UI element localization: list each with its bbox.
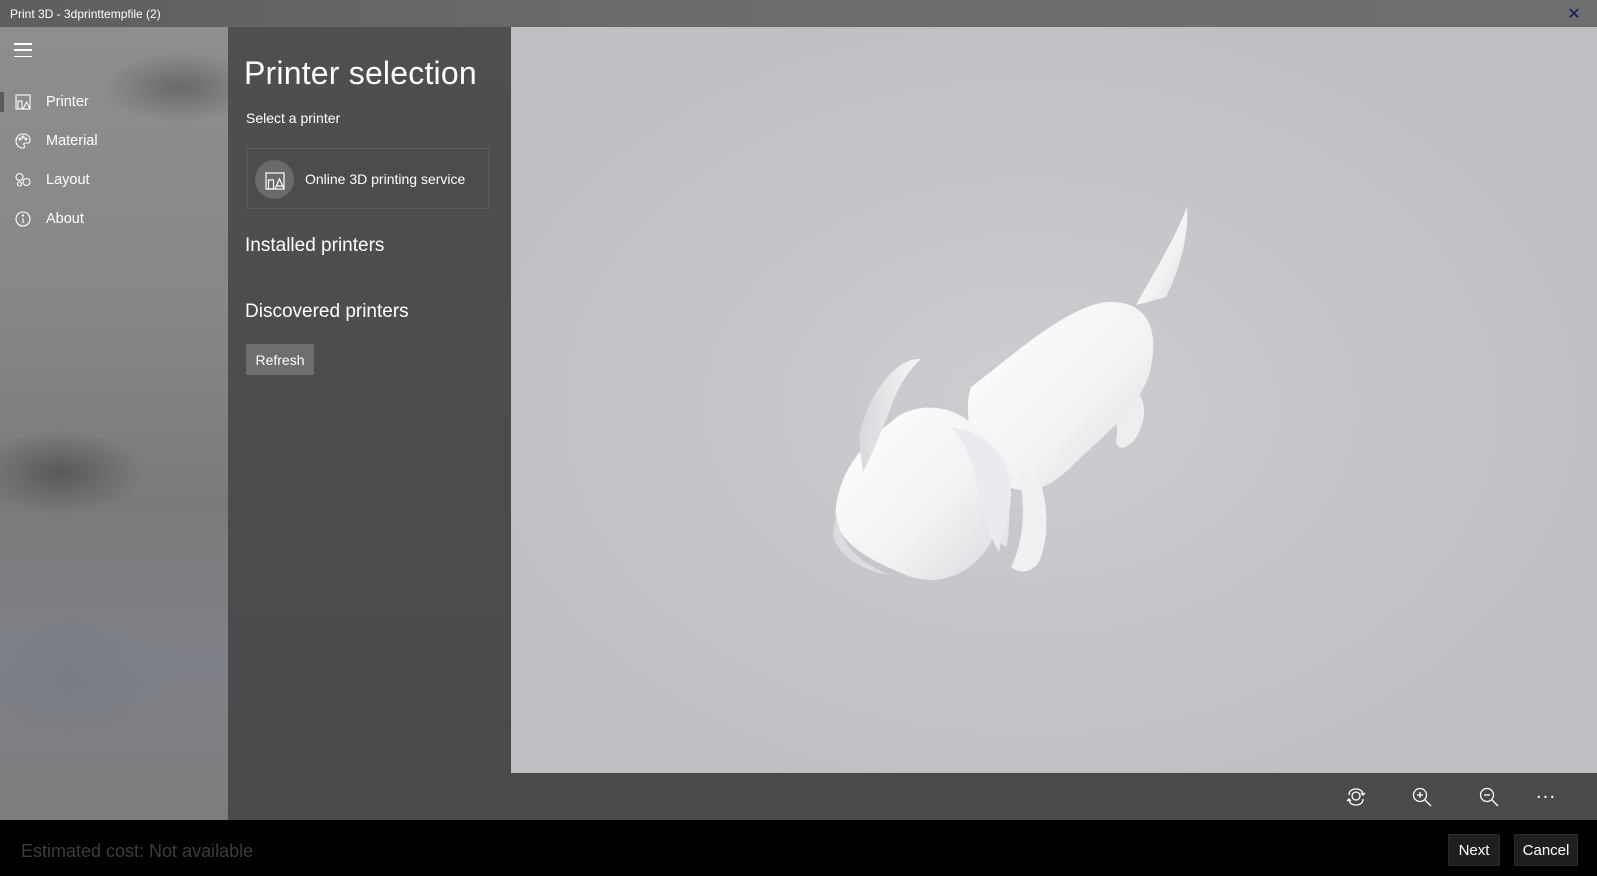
more-button[interactable]: ···	[1532, 783, 1560, 811]
nav-item-layout[interactable]: Layout	[0, 161, 228, 199]
view-toolbar: ···	[511, 773, 1597, 820]
nav-label-printer: Printer	[46, 94, 89, 110]
estimated-cost-text: Estimated cost: Not available	[21, 841, 254, 861]
hamburger-icon[interactable]	[14, 43, 32, 57]
discovered-printers-heading: Discovered printers	[245, 301, 409, 322]
online-service-icon	[255, 160, 294, 199]
nav-label-about: About	[46, 211, 84, 227]
cancel-button[interactable]: Cancel	[1514, 834, 1578, 866]
dog-3d-model[interactable]	[511, 27, 1597, 773]
more-icon: ···	[1535, 786, 1557, 808]
info-icon	[14, 210, 32, 228]
zoom-in-button[interactable]	[1408, 783, 1436, 811]
left-navigation: Printer Material Layout About	[0, 27, 228, 820]
footer-bar: Estimated cost: Not available Next Cance…	[0, 820, 1597, 876]
palette-icon	[14, 132, 32, 150]
installed-printers-heading: Installed printers	[245, 235, 385, 256]
layout-icon	[14, 171, 32, 189]
close-icon: ✕	[1567, 4, 1581, 23]
select-printer-label: Select a printer	[246, 110, 341, 126]
zoom-out-button[interactable]	[1475, 783, 1503, 811]
printer-icon	[14, 93, 32, 111]
nav-item-printer[interactable]: Printer	[0, 83, 228, 121]
reset-view-icon	[1346, 788, 1366, 806]
nav-item-about[interactable]: About	[0, 200, 228, 238]
reset-view-button[interactable]	[1342, 783, 1370, 811]
nav-label-layout: Layout	[46, 172, 90, 188]
refresh-button[interactable]: Refresh	[246, 344, 314, 375]
next-button[interactable]: Next	[1448, 834, 1500, 866]
online-service-label: Online 3D printing service	[305, 170, 466, 187]
zoom-out-icon	[1479, 787, 1499, 807]
title-bar: Print 3D - 3dprinttempfile (2) ✕	[0, 0, 1597, 27]
page-title: Printer selection	[244, 55, 477, 91]
online-printing-service-option[interactable]: Online 3D printing service	[247, 148, 489, 209]
3d-viewport[interactable]	[511, 27, 1597, 773]
nav-label-material: Material	[46, 133, 98, 149]
nav-item-material[interactable]: Material	[0, 122, 228, 160]
printer-selection-pane: Printer selection Select a printer Onlin…	[228, 27, 511, 820]
window-title: Print 3D - 3dprinttempfile (2)	[10, 6, 161, 21]
zoom-in-icon	[1412, 787, 1432, 807]
close-button[interactable]: ✕	[1551, 0, 1597, 27]
